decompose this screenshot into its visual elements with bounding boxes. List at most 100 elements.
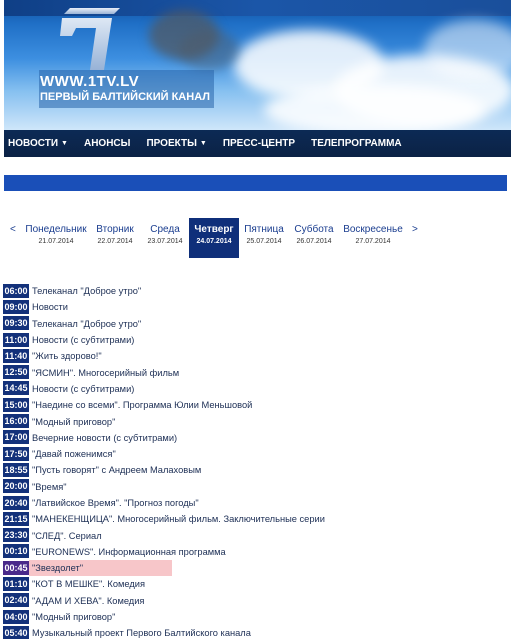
schedule-title: "ЯСМИН". Многосерийный фильм — [32, 367, 180, 378]
schedule-title: "СЛЕД". Сериал — [32, 530, 102, 541]
schedule-row[interactable]: 23:30 "СЛЕД". Сериал — [3, 527, 511, 544]
schedule-time: 04:00 — [3, 609, 29, 625]
schedule-row[interactable]: 15:00 "Наедине со всеми". Программа Юлии … — [3, 397, 511, 413]
schedule-row[interactable]: 01:10 "КОТ В МЕШКЕ". Комедия — [3, 576, 511, 592]
nav-item-projects[interactable]: ПРОЕКТЫ ▼ — [146, 138, 206, 149]
schedule-title: "Время" — [32, 481, 67, 492]
schedule-row[interactable]: 09:30 Телеканал "Доброе утро" — [3, 316, 511, 332]
section-bar — [4, 175, 507, 191]
nav-item-announcements[interactable]: АНОНСЫ — [84, 138, 130, 149]
schedule-time: 11:40 — [3, 348, 29, 364]
day-tab-friday[interactable]: Пятница 25.07.2014 — [240, 218, 288, 258]
day-tab-monday[interactable]: Понедельник 21.07.2014 — [24, 218, 88, 258]
nav-item-label: ТЕЛЕПРОГРАММА — [311, 138, 402, 149]
schedule-time: 12:50 — [3, 365, 29, 381]
schedule-time: 09:00 — [3, 299, 29, 315]
nav-item-label: НОВОСТИ — [8, 138, 59, 149]
schedule-title: "Модный приговор" — [32, 612, 116, 623]
next-week-arrow-icon[interactable]: > — [412, 224, 418, 235]
schedule-row[interactable]: 04:00 "Модный приговор" — [3, 609, 511, 625]
schedule-title: Новости — [32, 302, 68, 313]
caret-down-icon: ▼ — [199, 140, 207, 147]
day-name: Суббота — [294, 224, 334, 235]
day-date: 24.07.2014 — [196, 238, 232, 245]
schedule-title: "Пусть говорят" с Андреем Малаховым — [32, 465, 202, 476]
schedule-row[interactable]: 00:10 "EURONEWS". Информационная программ… — [3, 544, 511, 560]
day-tab-sunday[interactable]: Воскресенье 27.07.2014 — [340, 218, 406, 258]
schedule-time: 17:00 — [3, 430, 29, 446]
schedule-time: 21:15 — [3, 511, 29, 527]
day-date: 27.07.2014 — [355, 238, 391, 245]
schedule-row[interactable]: 02:40 "АДАМ И ХЕВА". Комедия — [3, 593, 511, 609]
schedule-time: 11:00 — [3, 332, 29, 348]
schedule-time: 18:55 — [3, 462, 29, 478]
schedule-time: 23:30 — [3, 528, 29, 544]
day-tab-saturday[interactable]: Суббота 26.07.2014 — [290, 218, 338, 258]
day-name: Воскресенье — [343, 224, 403, 235]
schedule-row[interactable]: 18:55 "Пусть говорят" с Андреем Малаховым — [3, 462, 511, 478]
day-name: Пятница — [244, 224, 284, 235]
day-name: Четверг — [194, 224, 234, 235]
caret-down-icon: ▼ — [61, 140, 68, 147]
schedule-time: 20:40 — [3, 495, 29, 511]
schedule-title: "АДАМ И ХЕВА". Комедия — [32, 595, 145, 606]
schedule-time: 17:50 — [3, 446, 29, 462]
day-tab-wednesday[interactable]: Среда 23.07.2014 — [141, 218, 189, 258]
day-name: Среда — [150, 224, 180, 235]
schedule-row[interactable]: 16:00 "Модный приговор" — [3, 413, 511, 430]
schedule-title: Вечерние новости (с субтитрами) — [32, 432, 178, 443]
schedule-row[interactable]: 12:50 "ЯСМИН". Многосерийный фильм — [3, 364, 511, 381]
nav-item-label: ПРОЕКТЫ — [146, 138, 197, 149]
day-selector: < Понедельник 21.07.2014 Вторник 22.07.2… — [4, 218, 511, 260]
schedule-title: Новости (с субтитрами) — [32, 335, 135, 346]
nav-item-tv-program[interactable]: ТЕЛЕПРОГРАММА — [311, 138, 402, 149]
main-nav: НОВОСТИ ▼ АНОНСЫ ПРОЕКТЫ ▼ ПРЕСС-ЦЕНТР Т… — [4, 130, 511, 157]
schedule-time: 01:10 — [3, 576, 29, 592]
day-tab-tuesday[interactable]: Вторник 22.07.2014 — [90, 218, 140, 258]
schedule-title: "МАНЕКЕНЩИЦА". Многосерийный фильм. Закл… — [32, 514, 325, 525]
schedule-row[interactable]: 06:00 Телеканал "Доброе утро" — [3, 283, 511, 299]
schedule-row[interactable]: 17:00 Вечерние новости (с субтитрами) — [3, 430, 511, 446]
schedule-time: 14:45 — [3, 381, 29, 397]
schedule-title: Новости (с субтитрами) — [32, 383, 135, 394]
schedule-row[interactable]: 17:50 "Давай поженимся" — [3, 446, 511, 462]
day-name: Вторник — [96, 224, 134, 235]
nav-item-press-center[interactable]: ПРЕСС-ЦЕНТР — [223, 138, 295, 149]
schedule-time: 02:40 — [3, 593, 29, 609]
schedule-row[interactable]: 09:00 Новости — [3, 299, 511, 315]
schedule-row[interactable]: 11:40 "Жить здорово!" — [3, 348, 511, 364]
schedule-row[interactable]: 14:45 Новости (с субтитрами) — [3, 381, 511, 397]
day-date: 22.07.2014 — [97, 238, 133, 245]
schedule-row[interactable]: 21:15 "МАНЕКЕНЩИЦА". Многосерийный фильм.… — [3, 511, 511, 527]
schedule-title: "Звездолет" — [32, 563, 84, 574]
schedule-title: "Жить здорово!" — [32, 351, 102, 362]
nav-item-news[interactable]: НОВОСТИ ▼ — [8, 138, 68, 149]
schedule-title: "Давай поженимся" — [32, 449, 116, 460]
channel-logo-icon[interactable] — [32, 8, 182, 70]
nav-item-label: ПРЕСС-ЦЕНТР — [222, 138, 296, 149]
schedule-row[interactable]: 05:40 Музыкальный проект Первого Балтийск… — [3, 625, 511, 639]
schedule-time: 00:45 — [3, 560, 29, 576]
day-date: 26.07.2014 — [296, 238, 332, 245]
schedule-row[interactable]: 20:00 "Время" — [3, 479, 511, 495]
schedule-time: 05:40 — [3, 625, 29, 639]
nav-item-label: АНОНСЫ — [83, 138, 131, 149]
schedule-row[interactable]: 11:00 Новости (с субтитрами) — [3, 332, 511, 348]
day-date: 23.07.2014 — [147, 238, 183, 245]
site-url[interactable]: WWW.1TV.LV — [40, 73, 139, 90]
schedule-title: Музыкальный проект Первого Балтийского к… — [32, 628, 251, 639]
site-name: ПЕРВЫЙ БАЛТИЙСКИЙ КАНАЛ — [40, 91, 210, 103]
schedule-time: 16:00 — [3, 414, 29, 430]
schedule-time: 06:00 — [3, 283, 29, 299]
schedule-row[interactable]: 20:40 "Латвийское Время". "Прогноз погоды… — [3, 495, 511, 511]
prev-week-arrow-icon[interactable]: < — [10, 224, 16, 235]
day-date: 21.07.2014 — [38, 238, 74, 245]
schedule-row-current[interactable]: 00:45 "Звездолет" — [3, 560, 511, 577]
schedule-title: "Наедине со всеми". Программа Юлии Меньш… — [32, 400, 253, 411]
schedule-title: "Латвийское Время". "Прогноз погоды" — [32, 498, 199, 508]
schedule-time: 20:00 — [3, 479, 29, 495]
schedule-title: Телеканал "Доброе утро" — [32, 318, 142, 329]
day-tab-thursday[interactable]: Четверг 24.07.2014 — [189, 218, 239, 258]
schedule-title: "КОТ В МЕШКЕ". Комедия — [32, 579, 146, 590]
schedule-time: 15:00 — [3, 397, 29, 413]
